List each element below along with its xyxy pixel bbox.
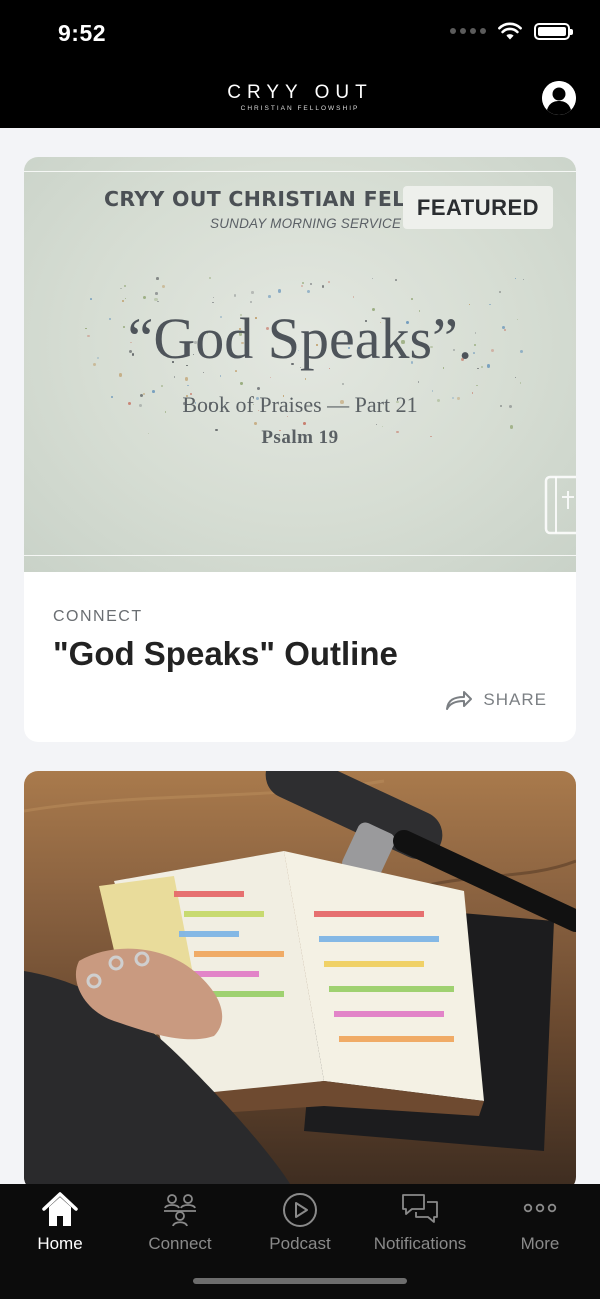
tab-label: More (520, 1234, 560, 1253)
wifi-icon (498, 22, 522, 40)
image-sermon-title: “God Speaks”. (127, 306, 473, 371)
image-border-line (24, 555, 576, 556)
home-indicator (193, 1278, 407, 1284)
brand-name: CRYY OUT (227, 82, 373, 103)
app-header: 9:52 CRYY OUT CHRISTIAN FELLOWSHIP (0, 0, 600, 128)
bible-icon (544, 475, 576, 535)
tab-label: Home (37, 1234, 83, 1253)
tab-label: Connect (148, 1234, 212, 1253)
more-dots-icon (523, 1203, 557, 1213)
image-psalm-text: Psalm 19 (261, 427, 339, 448)
brand-logo: CRYY OUT CHRISTIAN FELLOWSHIP (0, 82, 600, 112)
profile-button[interactable] (542, 81, 576, 115)
share-arrow-icon (446, 691, 473, 710)
bible-microphone-photo[interactable] (24, 771, 576, 1191)
tab-label: Podcast (269, 1234, 331, 1253)
image-border-line (24, 171, 576, 172)
featured-card[interactable]: CRYY OUT CHRISTIAN FELLOWSHIP SUNDAY MOR… (24, 157, 576, 742)
tab-more[interactable]: More (480, 1184, 600, 1264)
image-series-text: Book of Praises — Part 21 (182, 392, 418, 417)
share-label: SHARE (483, 690, 547, 709)
featured-badge: FEATURED (403, 186, 553, 229)
tab-podcast[interactable]: Podcast (240, 1184, 360, 1264)
people-icon (164, 1194, 196, 1227)
featured-image[interactable]: CRYY OUT CHRISTIAN FELLOWSHIP SUNDAY MOR… (24, 157, 576, 572)
tab-home[interactable]: Home (0, 1184, 120, 1264)
brand-subtitle: CHRISTIAN FELLOWSHIP (240, 105, 360, 112)
status-icons (450, 22, 573, 40)
cellular-signal-icon (450, 28, 486, 34)
battery-icon (534, 22, 573, 40)
tab-label: Notifications (373, 1234, 467, 1253)
photo-illustration (24, 771, 576, 1191)
tab-notifications[interactable]: Notifications (360, 1184, 480, 1264)
image-service-text: SUNDAY MORNING SERVICE (210, 216, 402, 231)
share-button[interactable]: SHARE (445, 689, 547, 711)
status-time: 9:52 (58, 20, 107, 46)
home-icon (42, 1192, 78, 1226)
card-category: CONNECT (53, 608, 143, 625)
user-circle-icon (542, 81, 576, 115)
card-body: CONNECT "God Speaks" Outline SHARE (24, 572, 576, 742)
tab-connect[interactable]: Connect (120, 1184, 240, 1264)
content-card[interactable] (24, 771, 576, 1191)
chat-bubbles-icon (402, 1194, 438, 1223)
play-circle-icon (283, 1193, 317, 1227)
card-title[interactable]: "God Speaks" Outline (53, 635, 398, 673)
